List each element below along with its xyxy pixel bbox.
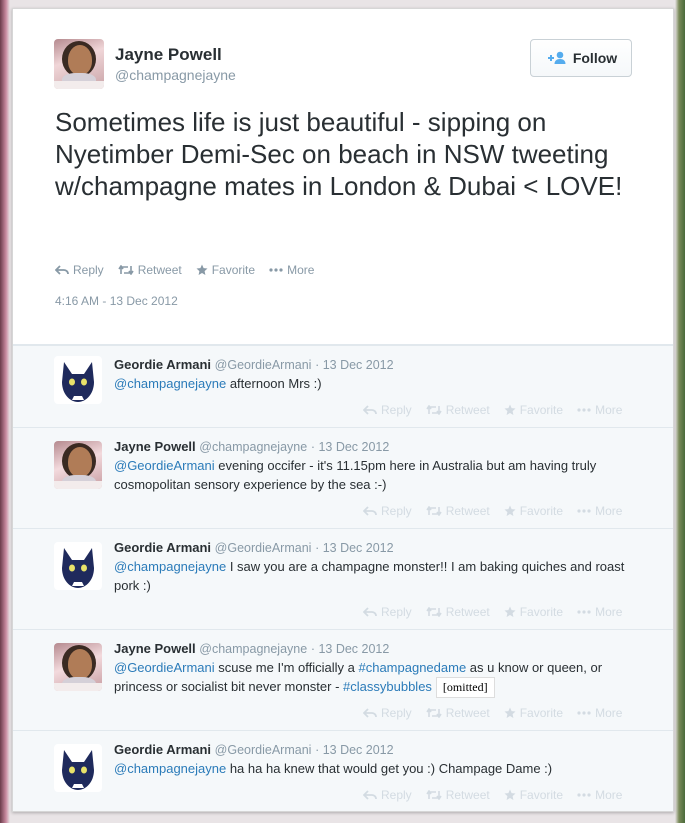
mention-link[interactable]: @GeordieArmani: [114, 458, 215, 473]
reply-tweet: Jayne Powell @champagnejayne · 13 Dec 20…: [13, 427, 673, 529]
follow-button[interactable]: Follow: [530, 39, 632, 77]
avatar[interactable]: [54, 542, 102, 590]
reply-action[interactable]: Reply: [363, 788, 412, 802]
star-icon: [504, 505, 516, 517]
more-dots-icon: [269, 268, 283, 272]
reply-actions: Reply Retweet Favorite More: [363, 504, 622, 518]
reply-author[interactable]: Geordie Armani @GeordieArmani · 13 Dec 2…: [114, 742, 394, 757]
mention-link[interactable]: @champagnejayne: [114, 376, 226, 391]
author-handle[interactable]: @champagnejayne: [115, 67, 236, 83]
reply-text: @champagnejayne afternoon Mrs :): [114, 376, 322, 391]
tweet-card: Jayne Powell @champagnejayne Follow Some…: [12, 8, 674, 812]
more-dots-icon: [577, 793, 591, 797]
reply-text: @champagnejayne I saw you are a champagn…: [114, 559, 625, 593]
favorite-action[interactable]: Favorite: [504, 788, 563, 802]
avatar[interactable]: [54, 356, 102, 404]
retweet-icon: [118, 265, 134, 275]
reply-tweet: Geordie Armani @GeordieArmani · 13 Dec 2…: [13, 345, 673, 428]
reply-action[interactable]: Reply: [363, 403, 412, 417]
more-dots-icon: [577, 408, 591, 412]
reply-icon: [363, 607, 377, 617]
favorite-action[interactable]: Favorite: [504, 504, 563, 518]
reply-actions: Reply Retweet Favorite More: [363, 605, 622, 619]
reply-icon: [363, 790, 377, 800]
reply-icon: [363, 708, 377, 718]
more-action[interactable]: More: [577, 605, 622, 619]
reply-actions: Reply Retweet Favorite More: [363, 706, 622, 720]
reply-action[interactable]: Reply: [363, 706, 412, 720]
reply-tweet: Geordie Armani @GeordieArmani · 13 Dec 2…: [13, 528, 673, 630]
more-action[interactable]: More: [577, 788, 622, 802]
more-action[interactable]: More: [577, 504, 622, 518]
retweet-action[interactable]: Retweet: [118, 263, 182, 277]
retweet-icon: [426, 607, 442, 617]
reply-tweet: Jayne Powell @champagnejayne · 13 Dec 20…: [13, 629, 673, 731]
more-dots-icon: [577, 509, 591, 513]
retweet-action[interactable]: Retweet: [426, 605, 490, 619]
favorite-action[interactable]: Favorite: [504, 403, 563, 417]
more-dots-icon: [577, 711, 591, 715]
retweet-action[interactable]: Retweet: [426, 706, 490, 720]
retweet-action[interactable]: Retweet: [426, 403, 490, 417]
reply-tweet: Geordie Armani @GeordieArmani · 13 Dec 2…: [13, 730, 673, 811]
reply-author[interactable]: Jayne Powell @champagnejayne · 13 Dec 20…: [114, 641, 389, 656]
reply-icon: [363, 506, 377, 516]
avatar[interactable]: [54, 39, 104, 89]
add-user-icon: [545, 51, 567, 65]
author-name[interactable]: Jayne Powell: [115, 45, 222, 65]
retweet-icon: [426, 708, 442, 718]
tweet-text: Sometimes life is just beautiful - sippi…: [55, 107, 623, 201]
tweet-actions: Reply Retweet Favorite More: [55, 263, 314, 277]
more-dots-icon: [577, 610, 591, 614]
tweet-timestamp[interactable]: 4:16 AM - 13 Dec 2012: [55, 294, 178, 308]
reply-icon: [55, 265, 69, 275]
reply-text: @GeordieArmani evening occifer - it's 11…: [114, 458, 597, 492]
star-icon: [504, 707, 516, 719]
reply-text: @GeordieArmani scuse me I'm officially a…: [114, 658, 634, 698]
retweet-icon: [426, 790, 442, 800]
avatar[interactable]: [54, 744, 102, 792]
reply-action[interactable]: Reply: [55, 263, 104, 277]
favorite-action[interactable]: Favorite: [196, 263, 255, 277]
retweet-action[interactable]: Retweet: [426, 788, 490, 802]
avatar[interactable]: [54, 643, 102, 691]
star-icon: [504, 404, 516, 416]
avatar[interactable]: [54, 441, 102, 489]
reply-actions: Reply Retweet Favorite More: [363, 403, 622, 417]
main-tweet: Jayne Powell @champagnejayne Follow Some…: [13, 9, 673, 345]
hashtag-link[interactable]: #classybubbles: [343, 679, 432, 694]
star-icon: [196, 264, 208, 276]
reply-author[interactable]: Geordie Armani @GeordieArmani · 13 Dec 2…: [114, 540, 394, 555]
omitted-label: [omitted]: [435, 677, 495, 698]
follow-label: Follow: [572, 50, 618, 66]
reply-action[interactable]: Reply: [363, 504, 412, 518]
retweet-action[interactable]: Retweet: [426, 504, 490, 518]
star-icon: [504, 789, 516, 801]
reply-author[interactable]: Geordie Armani @GeordieArmani · 13 Dec 2…: [114, 357, 394, 372]
favorite-action[interactable]: Favorite: [504, 605, 563, 619]
retweet-icon: [426, 405, 442, 415]
reply-author[interactable]: Jayne Powell @champagnejayne · 13 Dec 20…: [114, 439, 389, 454]
more-action[interactable]: More: [577, 403, 622, 417]
mention-link[interactable]: @GeordieArmani: [114, 660, 215, 675]
star-icon: [504, 606, 516, 618]
hashtag-link[interactable]: #champagnedame: [358, 660, 466, 675]
reply-action[interactable]: Reply: [363, 605, 412, 619]
mention-link[interactable]: @champagnejayne: [114, 761, 226, 776]
reply-actions: Reply Retweet Favorite More: [363, 788, 622, 802]
more-action[interactable]: More: [269, 263, 314, 277]
more-action[interactable]: More: [577, 706, 622, 720]
reply-text: @champagnejayne ha ha ha knew that would…: [114, 761, 553, 776]
reply-icon: [363, 405, 377, 415]
retweet-icon: [426, 506, 442, 516]
mention-link[interactable]: @champagnejayne: [114, 559, 226, 574]
favorite-action[interactable]: Favorite: [504, 706, 563, 720]
